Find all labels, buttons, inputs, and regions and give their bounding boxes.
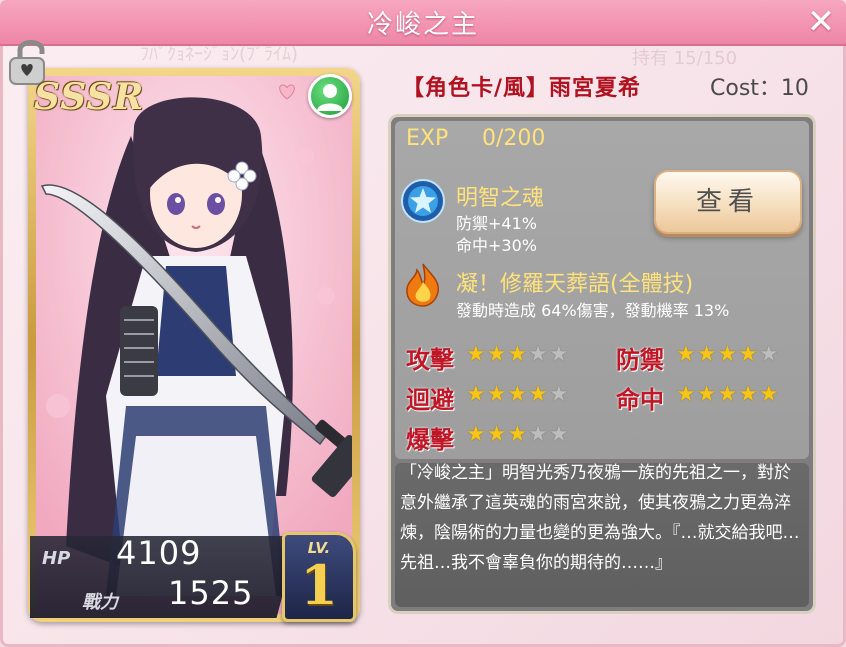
star-filled-icon: ★: [738, 382, 759, 407]
active-skill-name: 凝！修羅天葬語(全體技): [456, 272, 694, 297]
star-filled-icon: ★: [507, 342, 529, 367]
star-empty-icon: ★: [528, 342, 549, 367]
star-filled-icon: ★: [507, 382, 529, 407]
attribute-stars: ★★★★★: [676, 382, 780, 407]
star-empty-icon: ★: [548, 382, 570, 407]
flame-icon: [406, 263, 439, 307]
star-filled-icon: ★: [528, 382, 549, 407]
hp-value: 4109: [116, 534, 202, 572]
star-filled-icon: ★: [696, 342, 718, 367]
heart-icon: [279, 84, 295, 100]
star-medal-icon: [401, 179, 445, 223]
star-filled-icon: ★: [486, 382, 508, 407]
attribute-label: 迴避: [406, 386, 454, 414]
attribute-stars: ★★★★★: [466, 422, 570, 447]
attribute-label: 爆擊: [406, 426, 454, 454]
star-filled-icon: ★: [696, 382, 718, 407]
exp-label: EXP: [406, 126, 449, 151]
power-value: 1525: [168, 574, 254, 612]
character-name: 【角色卡/風】雨宮夏希: [402, 76, 642, 101]
star-filled-icon: ★: [738, 342, 759, 367]
profile-icon[interactable]: [308, 74, 352, 118]
passive-skill-effect: 防禦+41%: [456, 214, 537, 233]
attribute-label: 防禦: [616, 346, 664, 374]
star-filled-icon: ★: [466, 382, 487, 407]
star-filled-icon: ★: [507, 422, 529, 447]
rarity-badge: SSSR: [34, 76, 145, 118]
level-value: 1: [300, 553, 338, 617]
star-filled-icon: ★: [717, 382, 739, 407]
active-skill-description: 發動時造成 64%傷害，發動機率 13%: [456, 301, 730, 320]
background-ghost-text: 持有 15/150: [632, 48, 738, 69]
star-empty-icon: ★: [548, 422, 570, 447]
star-filled-icon: ★: [486, 342, 508, 367]
star-filled-icon: ★: [717, 342, 739, 367]
window-title: 冷峻之主: [366, 10, 479, 40]
star-filled-icon: ★: [758, 382, 780, 407]
star-filled-icon: ★: [676, 342, 697, 367]
hp-label: HP: [42, 548, 71, 569]
star-filled-icon: ★: [466, 422, 487, 447]
exp-value: 0/200: [482, 126, 546, 151]
passive-skill-effect: 命中+30%: [456, 236, 537, 255]
attribute-stars: ★★★★★: [466, 342, 570, 367]
star-filled-icon: ★: [676, 382, 697, 407]
character-description: 「冷峻之主」明智光秀乃夜鴉一族的先祖之一，對於意外繼承了這英魂的雨宮來說，使其夜…: [400, 463, 800, 573]
attribute-label: 攻擊: [406, 346, 454, 374]
attribute-label: 命中: [616, 386, 664, 414]
star-empty-icon: ★: [528, 422, 549, 447]
level-badge: LV. 1: [282, 532, 356, 622]
cost-value: Cost：10: [710, 76, 809, 101]
star-empty-icon: ★: [548, 342, 570, 367]
close-icon[interactable]: ✕: [804, 5, 838, 40]
star-filled-icon: ★: [486, 422, 508, 447]
star-empty-icon: ★: [758, 342, 780, 367]
passive-skill-name: 明智之魂: [456, 186, 545, 211]
attribute-stars: ★★★★★: [466, 382, 570, 407]
star-filled-icon: ★: [466, 342, 487, 367]
attribute-stars: ★★★★★: [676, 342, 780, 367]
view-button[interactable]: 查看: [654, 170, 802, 234]
power-label: 戰力: [82, 592, 118, 613]
title-bar: 冷峻之主 ✕: [0, 0, 846, 46]
